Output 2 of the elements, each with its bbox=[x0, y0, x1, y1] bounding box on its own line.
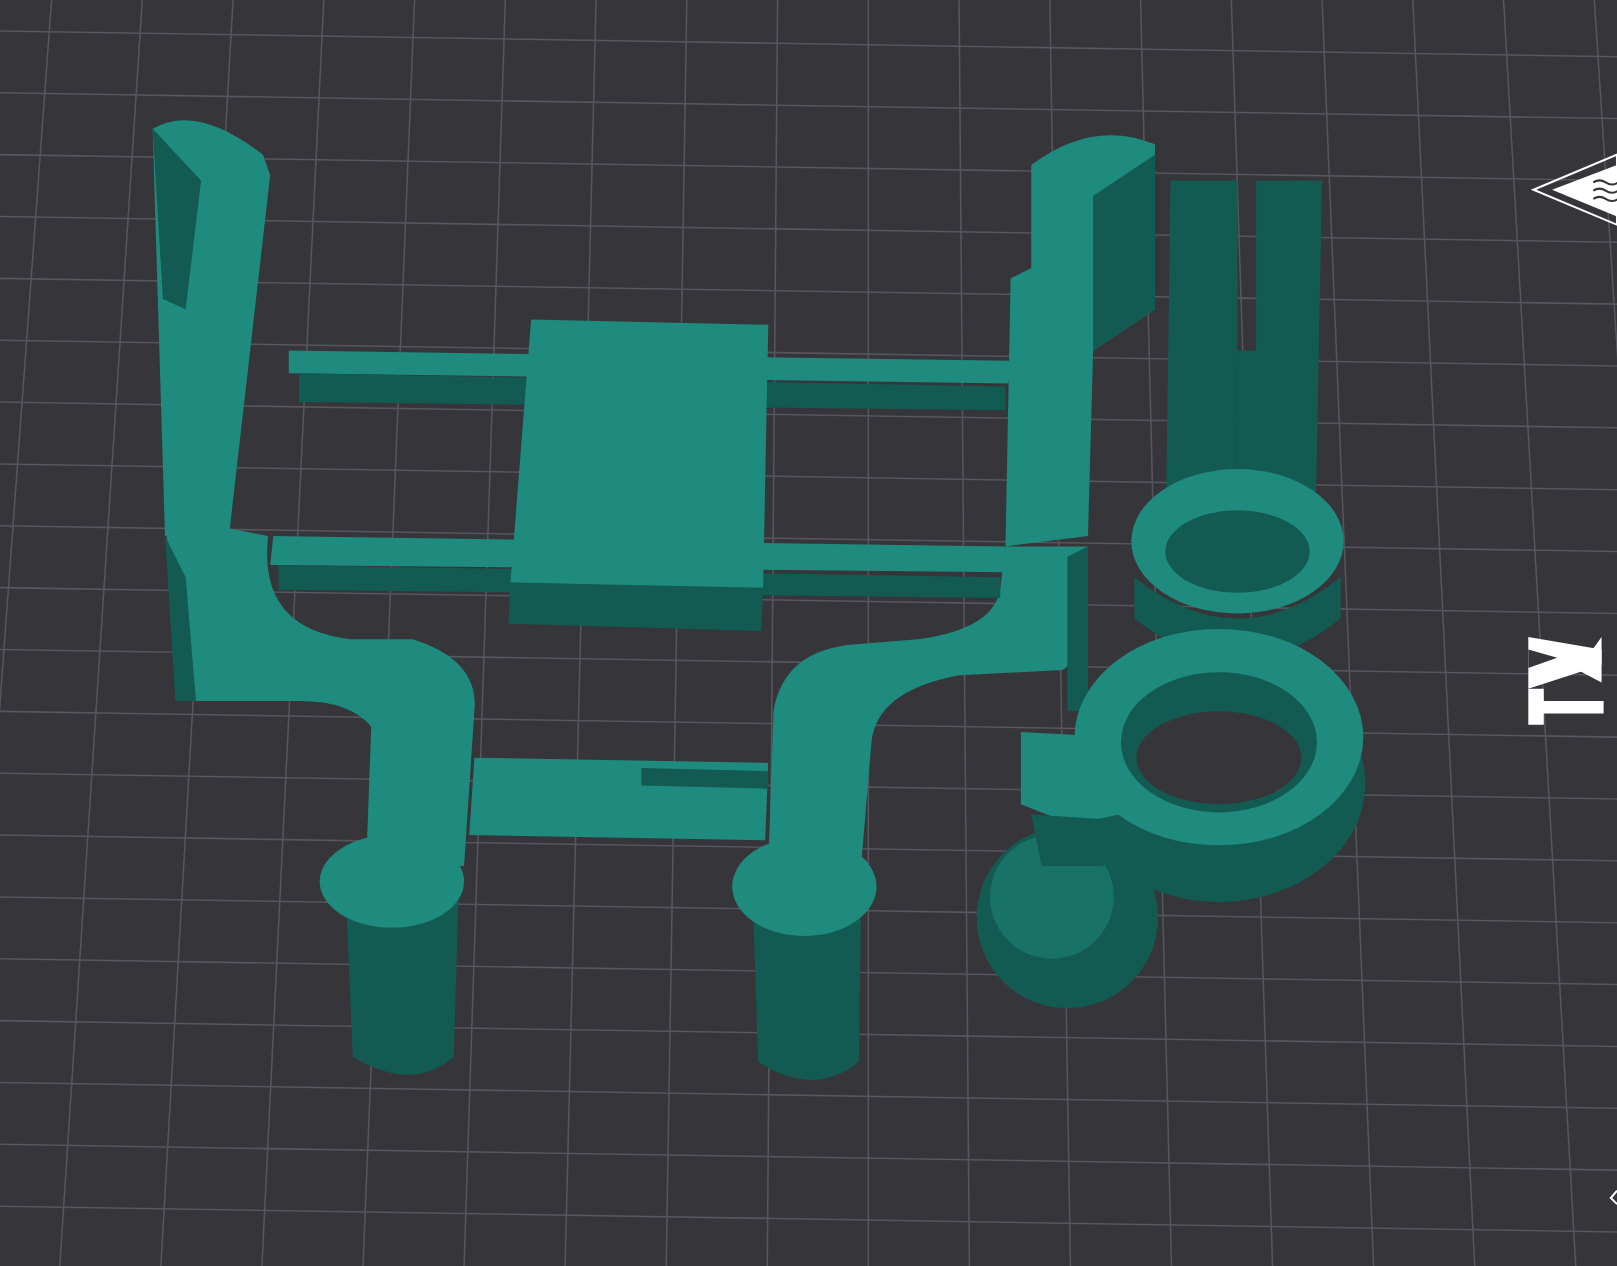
bed-logo-icon bbox=[1528, 637, 1604, 725]
bed-marker-icon bbox=[1609, 1190, 1617, 1205]
